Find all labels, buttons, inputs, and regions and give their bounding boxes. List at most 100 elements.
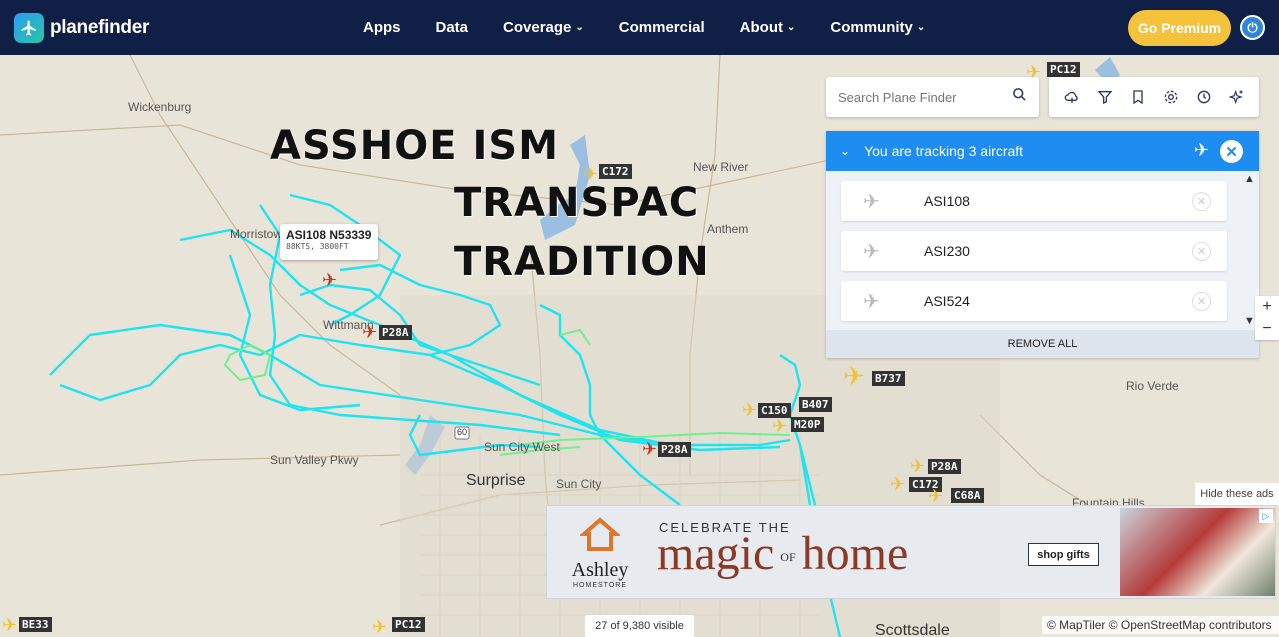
city-sun-city: Sun City [556,477,602,491]
city-anthem: Anthem [707,222,749,236]
city-rio-verde: Rio Verde [1126,379,1179,393]
aircraft-icon[interactable]: ✈ [372,618,387,636]
ad-word-1: magic [657,527,775,580]
nav-apps[interactable]: Apps [363,19,401,36]
tracked-item[interactable]: ✈ ASI108 ✕ [841,181,1227,221]
aircraft-tag[interactable]: P28A [658,442,691,457]
aircraft-tag[interactable]: P28A [379,325,412,340]
aircraft-tag[interactable]: PC12 [1047,62,1080,77]
logo[interactable]: planefinder [14,13,149,43]
tracked-list: ✈ ASI108 ✕ ✈ ASI230 ✕ ✈ ASI524 ✕ [826,171,1259,326]
tracked-callsign: ASI230 [924,243,970,259]
road-sun-valley-pkwy: Sun Valley Pkwy [270,453,359,467]
shop-gifts-button[interactable]: shop gifts [1028,543,1099,566]
map-attribution: © MapTiler © OpenStreetMap contributors [1042,616,1279,634]
overlay-line-1: ASSHOE ISM [270,123,560,169]
aircraft-icon[interactable]: ✈ [910,457,925,475]
main-nav: Apps Data Coverage ⌄ Commercial About ⌄ Co… [363,0,960,55]
aircraft-tag[interactable]: M20P [791,417,824,432]
ad-word-of: OF [780,550,796,565]
nav-label: Commercial [618,19,705,36]
filter-icon[interactable] [1094,86,1116,108]
route-number: 60 [457,427,468,437]
city-new-river: New River [693,160,749,174]
bookmark-icon[interactable] [1127,86,1149,108]
city-sun-city-west: Sun City West [484,440,560,454]
go-premium-button[interactable]: Go Premium [1128,10,1231,46]
aircraft-tooltip[interactable]: ASI108 N53339 88KTS, 3800FT [280,224,378,260]
aircraft-icon[interactable]: ✈ [642,440,657,458]
remove-icon[interactable]: ✕ [1192,191,1211,211]
house-icon [578,517,622,551]
plane-icon: ✈ [863,290,880,313]
top-navbar: planefinder Apps Data Coverage ⌄ Commerci… [0,0,1279,55]
scroll-down-icon[interactable]: ▼ [1244,315,1255,327]
sparkle-icon[interactable] [1226,86,1248,108]
scroll-up-icon[interactable]: ▲ [1244,173,1255,185]
tracking-title: You are tracking 3 aircraft [864,143,1024,159]
aircraft-tag[interactable]: C172 [599,164,632,179]
overlay-line-3: TRADITION [454,239,710,285]
search-icon[interactable] [1012,87,1027,107]
plane-logo-icon [14,13,44,43]
search-input[interactable] [838,89,988,105]
chevron-down-icon: ⌄ [575,22,584,33]
aircraft-icon[interactable]: ✈ [583,165,598,183]
zoom-in-icon[interactable]: + [1262,298,1271,316]
tracked-item[interactable]: ✈ ASI230 ✕ [841,231,1227,271]
power-icon[interactable]: ⏻ [1240,15,1265,40]
tracking-header[interactable]: ⌄ You are tracking 3 aircraft ✈ ✕ [826,131,1259,171]
aircraft-tag[interactable]: C68A [951,488,984,503]
cloud-icon[interactable] [1061,86,1083,108]
nav-community[interactable]: Community ⌄ [830,19,925,36]
city-scottsdale: Scottsdale [875,622,950,637]
nav-commercial[interactable]: Commercial [619,19,705,36]
app-root: planefinder Apps Data Coverage ⌄ Commerci… [0,0,1279,637]
aircraft-icon[interactable]: ✈ [890,475,905,493]
zoom-out-icon[interactable]: − [1262,320,1271,338]
ad-image [1120,508,1275,596]
ad-logo: Ashley HOMESTORE [561,516,639,589]
aircraft-tag[interactable]: B407 [799,397,832,412]
aircraft-tag[interactable]: B737 [872,371,905,386]
nav-label: Apps [363,19,401,36]
chevron-down-icon[interactable]: ⌄ [840,144,850,158]
remove-all-button[interactable]: REMOVE ALL [826,330,1259,358]
zoom-control: + − [1255,296,1279,340]
aircraft-icon[interactable]: ✈ [928,487,943,505]
ad-brand: Ashley [571,559,629,581]
aircraft-tag[interactable]: P28A [928,459,961,474]
ad-word-2: home [801,527,909,580]
nav-label: Data [435,19,469,36]
search-box [826,77,1039,117]
settings-icon[interactable] [1160,86,1182,108]
tooltip-title: ASI108 N53339 [286,228,372,242]
aircraft-tag[interactable]: BE33 [19,617,52,632]
aircraft-icon[interactable]: ✈ [742,401,757,419]
aircraft-icon[interactable]: ✈ [2,616,17,634]
brand-name: planefinder [50,17,150,38]
close-icon[interactable]: ✕ [1220,140,1243,163]
aircraft-icon[interactable]: ✈ [843,363,865,389]
chevron-down-icon: ⌄ [916,22,926,33]
nav-coverage[interactable]: Coverage ⌄ [503,19,584,36]
overlay-line-2: TRANSPAC [454,180,700,226]
aircraft-tag[interactable]: PC12 [392,617,425,632]
nav-data[interactable]: Data [436,19,469,36]
tooltip-sub: 88KTS, 3800FT [286,242,349,251]
plane-icon: ✈ [863,190,880,213]
tracked-item[interactable]: ✈ ASI524 ✕ [841,281,1227,321]
ad-brand-sub: HOMESTORE [573,582,627,589]
plane-icon: ✈ [863,240,880,263]
adchoices-icon[interactable]: ▷ [1259,509,1273,523]
hide-ads-button[interactable]: Hide these ads [1195,483,1279,505]
ad-banner[interactable]: Ashley HOMESTORE CELEBRATE THE magic OF ho… [546,505,1276,599]
aircraft-icon[interactable]: ✈ [772,417,787,435]
remove-icon[interactable]: ✕ [1192,241,1211,261]
history-icon[interactable] [1193,86,1215,108]
nav-about[interactable]: About ⌄ [740,19,796,36]
city-surprise: Surprise [466,472,526,489]
remove-icon[interactable]: ✕ [1192,291,1211,311]
aircraft-icon-selected[interactable]: ✈ [322,271,337,289]
aircraft-icon[interactable]: ✈ [362,323,377,341]
